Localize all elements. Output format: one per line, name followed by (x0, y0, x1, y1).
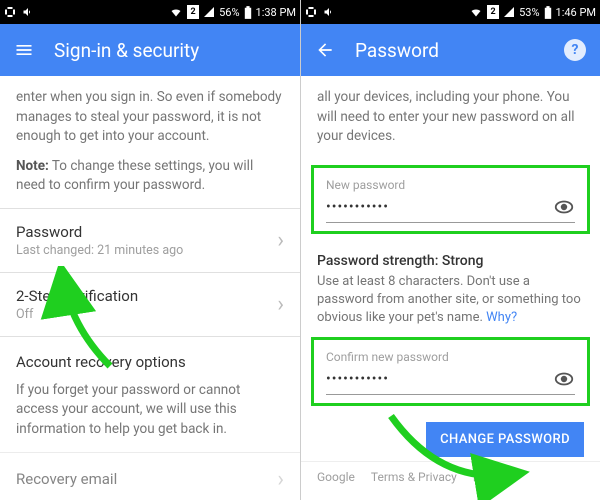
note-text: Note: To change these settings, you will… (16, 157, 284, 196)
signal-icon (203, 6, 215, 18)
back-icon[interactable] (315, 40, 335, 60)
field-label: Confirm new password (326, 350, 575, 364)
password-item[interactable]: Password Last changed: 21 minutes ago › (0, 208, 300, 272)
footer-google[interactable]: Google (317, 470, 355, 484)
orientation-icon (4, 6, 16, 18)
intro-text: enter when you sign in. So even if someb… (16, 88, 284, 147)
signal-icon (503, 6, 515, 18)
app-bar: Sign-in & security (0, 24, 300, 76)
change-password-button[interactable]: CHANGE PASSWORD (426, 422, 584, 457)
confirm-password-input[interactable]: ••••••••••• (326, 371, 553, 387)
chevron-right-icon: › (277, 467, 284, 492)
volume-icon (22, 6, 34, 18)
menu-icon[interactable] (14, 40, 34, 60)
sim-icon: 2 (187, 5, 199, 19)
two-step-item[interactable]: 2-Step Verification Off › (0, 272, 300, 336)
recovery-email-item[interactable]: Recovery email › (0, 452, 300, 500)
app-bar: Password ? (301, 24, 600, 76)
page-title: Sign-in & security (54, 39, 199, 62)
item-title: 2-Step Verification (16, 287, 138, 305)
wifi-icon (169, 6, 183, 18)
password-input[interactable]: ••••••••••• (326, 199, 553, 215)
sim-icon: 2 (487, 5, 499, 19)
visibility-icon[interactable] (553, 196, 575, 218)
content-area: enter when you sign in. So even if someb… (0, 76, 300, 500)
new-password-field[interactable]: New password ••••••••••• (311, 165, 590, 234)
item-subtitle: Off (16, 307, 138, 322)
battery-icon (244, 6, 252, 19)
help-icon[interactable]: ? (564, 39, 586, 61)
footer-links: Google Terms & Privacy Help (301, 461, 600, 492)
status-bar: 2 53% 1:46 PM (301, 0, 600, 24)
battery-text: 53% (519, 6, 539, 19)
content-area: all your devices, including your phone. … (301, 76, 600, 500)
intro-text: all your devices, including your phone. … (317, 88, 584, 147)
status-bar: 2 56% 1:38 PM (0, 0, 300, 24)
wifi-icon (469, 6, 483, 18)
footer-help[interactable]: Help (473, 470, 498, 484)
orientation-icon (305, 6, 317, 18)
confirm-password-field[interactable]: Confirm new password ••••••••••• (311, 337, 590, 406)
why-link[interactable]: Why? (486, 310, 517, 325)
footer-terms[interactable]: Terms & Privacy (371, 470, 457, 484)
page-title: Password (355, 39, 439, 62)
strength-label: Password strength: Strong (317, 253, 483, 269)
item-title: Password (16, 223, 183, 241)
item-subtitle: Last changed: 21 minutes ago (16, 243, 183, 258)
visibility-icon[interactable] (553, 368, 575, 390)
recovery-body: If you forget your password or cannot ac… (16, 381, 284, 440)
clock-text: 1:38 PM (256, 6, 296, 19)
clock-text: 1:46 PM (556, 6, 596, 19)
battery-icon (544, 6, 552, 19)
screen-signin-security: 2 56% 1:38 PM Sign-in & security enter w… (0, 0, 300, 500)
field-label: New password (326, 178, 575, 192)
recovery-header: Account recovery options (0, 336, 300, 381)
battery-text: 56% (219, 6, 239, 19)
volume-icon (323, 6, 335, 18)
chevron-right-icon: › (277, 228, 284, 253)
screen-password: 2 53% 1:46 PM Password ? all your device… (300, 0, 600, 500)
chevron-right-icon: › (277, 292, 284, 317)
item-title: Recovery email (16, 470, 117, 488)
strength-hint: Use at least 8 characters. Don't use a p… (317, 273, 584, 328)
